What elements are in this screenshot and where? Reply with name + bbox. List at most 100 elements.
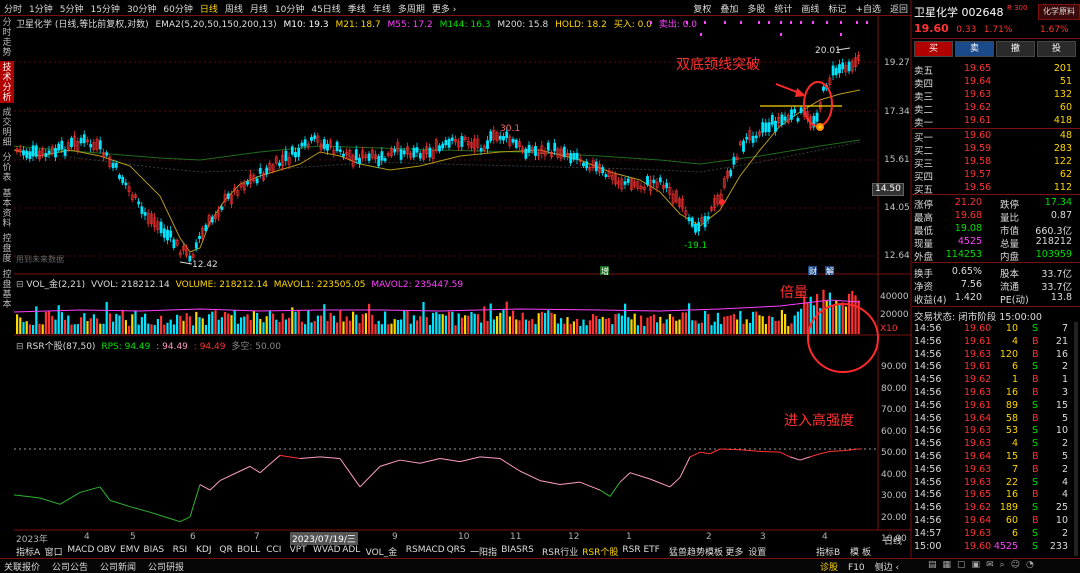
volume-bar <box>323 304 326 334</box>
x-label: 12 <box>568 532 580 542</box>
book-price: 19.61 <box>964 115 992 126</box>
indicator-tab[interactable]: CCI <box>266 545 281 555</box>
indicator-right-tab[interactable]: 模 <box>850 545 859 558</box>
rsr-expand-icon[interactable]: ⊟ <box>16 342 24 352</box>
x-label: 1 <box>626 532 632 542</box>
volume-bar <box>137 324 140 334</box>
ask-row[interactable]: 卖二 19.62 60 <box>914 102 1076 116</box>
tick-count: 15 <box>1055 399 1068 411</box>
indicator-right-tab[interactable]: 板 <box>862 545 871 558</box>
indicator-tab[interactable]: 设置 <box>748 545 766 558</box>
trade-button[interactable]: 投 <box>1037 41 1076 57</box>
stat-row: 涨停 21.20 跌停 17.34 <box>914 197 1076 211</box>
volume-bar <box>822 289 825 334</box>
list-icon[interactable]: ▤ <box>928 560 943 570</box>
signal-dot-top <box>856 21 858 24</box>
lock-icon[interactable]: ▣ <box>972 560 987 570</box>
indicator-tab[interactable]: QRS <box>447 545 466 555</box>
book-price: 19.64 <box>964 76 992 87</box>
bid-row[interactable]: 买五 19.56 112 <box>914 182 1076 196</box>
tick-side: B <box>1032 489 1039 501</box>
indicator-tab[interactable]: MACD <box>67 545 94 555</box>
ask-row[interactable]: 卖三 19.63 132 <box>914 89 1076 103</box>
rsr-segment <box>539 480 561 486</box>
bid-row[interactable]: 买二 19.59 283 <box>914 143 1076 157</box>
bell-icon[interactable]: ◔ <box>1026 560 1040 570</box>
volume-bar <box>419 316 422 334</box>
indicator-tab[interactable]: 窗口 <box>45 545 63 558</box>
volume-bar <box>796 311 799 334</box>
rsr-v3: : 94.49 <box>193 342 226 352</box>
tick-scrollbar[interactable] <box>1074 322 1078 556</box>
volume-bar <box>268 310 271 334</box>
indicator-tab[interactable]: RSI <box>173 545 188 555</box>
indicator-tab[interactable]: 猛兽趋势模板 <box>669 545 723 558</box>
volume-bar <box>457 313 460 334</box>
candle-body <box>822 86 825 91</box>
daily-label[interactable]: 日线 <box>884 534 902 547</box>
vol-expand-icon[interactable]: ⊟ <box>16 280 24 290</box>
candle-body <box>44 153 48 158</box>
indicator-tab[interactable]: RSMACD <box>406 545 445 555</box>
candle-body <box>534 146 537 156</box>
message-icon[interactable]: ✉ <box>986 560 1000 570</box>
volume-bar <box>694 320 697 334</box>
tick-row: 14:57 19.63 6 S 2 <box>914 528 1076 540</box>
ask-row[interactable]: 卖五 19.65 201 <box>914 63 1076 77</box>
candle-body <box>796 117 800 122</box>
volume-bar <box>544 312 547 334</box>
indicator-tab[interactable]: QR <box>219 545 232 555</box>
indicator-tab[interactable]: VPT <box>290 545 307 555</box>
bid-row[interactable]: 买一 19.60 48 <box>914 130 1076 144</box>
tick-side: B <box>1032 348 1039 360</box>
volume-bar <box>326 320 329 334</box>
indicator-tab[interactable]: WVAD <box>313 545 341 555</box>
tick-row: 14:56 19.60 10 S 7 <box>914 323 1076 335</box>
bid-row[interactable]: 买三 19.58 122 <box>914 156 1076 170</box>
price-y-label: 19.27 <box>884 58 910 68</box>
tick-row: 14:56 19.65 16 B 4 <box>914 489 1076 501</box>
search-icon[interactable]: ⌕ <box>1000 560 1011 570</box>
rsr-segment <box>459 456 481 463</box>
rsr-segment <box>369 466 381 477</box>
indicator-tab[interactable]: BIAS <box>143 545 164 555</box>
grid-icon[interactable]: ▦ <box>943 560 958 570</box>
ask-row[interactable]: 卖一 19.61 418 <box>914 115 1076 129</box>
trade-button[interactable]: 卖 <box>955 41 994 57</box>
indicator-tab[interactable]: EMV <box>120 545 140 555</box>
candle-body <box>447 138 451 148</box>
indicator-tab[interactable]: KDJ <box>196 545 212 555</box>
stat-value: 218212 <box>1035 236 1072 247</box>
x-label: 4 <box>84 532 90 542</box>
indicator-tab[interactable]: 更多 <box>725 545 743 558</box>
volume-bar <box>851 290 854 334</box>
trade-button[interactable]: 买 <box>914 41 953 57</box>
indicator-tab[interactable]: ADL <box>342 545 360 555</box>
indicator-right-tab[interactable]: 指标B <box>816 545 840 558</box>
volume-bar <box>128 325 131 334</box>
indicator-tab[interactable]: RSR个股 <box>582 545 618 558</box>
ask-row[interactable]: 卖四 19.64 51 <box>914 76 1076 90</box>
book-volume: 112 <box>1053 182 1072 193</box>
sector-button[interactable]: 化学原料 <box>1038 4 1080 20</box>
indicator-tab[interactable]: OBV <box>97 545 116 555</box>
volume-bar <box>409 323 412 334</box>
indicator-tab[interactable]: 一阳指 <box>470 545 497 558</box>
tick-row: 14:56 19.64 15 B 5 <box>914 451 1076 463</box>
user-icon[interactable]: ☺ <box>1011 560 1026 570</box>
indicator-tab[interactable]: RSR行业 <box>542 545 578 558</box>
trade-button[interactable]: 撤 <box>996 41 1035 57</box>
price-y-label: 15.61 <box>884 155 910 165</box>
indicator-tab[interactable]: 指标A <box>16 545 40 558</box>
indicator-tab[interactable]: VOL_金 <box>366 545 398 558</box>
window-icon[interactable]: ▢ <box>957 560 972 570</box>
indicator-tab[interactable]: BOLL <box>237 545 260 555</box>
event-mark-1: 增 <box>601 266 609 276</box>
volume-bar <box>716 312 719 334</box>
indicator-tab[interactable]: BIASRS <box>501 545 534 555</box>
volume-bar <box>390 323 393 334</box>
bid-row[interactable]: 买四 19.57 62 <box>914 169 1076 183</box>
volume-bar <box>272 313 275 334</box>
indicator-tab[interactable]: RSR ETF <box>622 545 659 555</box>
rsr-segment <box>379 459 401 467</box>
